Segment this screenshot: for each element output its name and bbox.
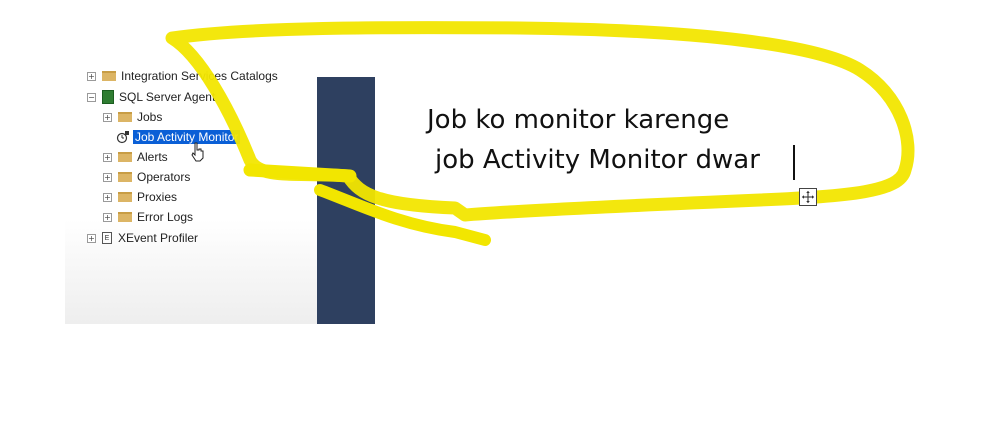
tree-node-label: Integration Services Catalogs	[121, 69, 278, 83]
expand-icon[interactable]: +	[87, 71, 96, 81]
tree-node-label: Operators	[137, 170, 191, 184]
tree-node-jobs[interactable]: + Jobs	[103, 108, 162, 126]
expand-icon[interactable]: +	[103, 152, 112, 162]
expand-icon[interactable]: +	[103, 112, 112, 122]
tree-node-operators[interactable]: + Operators	[103, 168, 190, 186]
tree-node-label: Alerts	[137, 150, 168, 164]
tree-node-alerts[interactable]: + Alerts	[103, 148, 168, 166]
expand-icon[interactable]: +	[87, 233, 96, 243]
tree-node-sql-server-agent[interactable]: − SQL Server Agent	[87, 88, 215, 106]
tree-node-xevent-profiler[interactable]: + E XEvent Profiler	[87, 229, 198, 247]
tree-node-job-activity-monitor[interactable]: Job Activity Monitor	[116, 128, 241, 146]
job-activity-monitor-icon	[116, 131, 129, 144]
folder-icon	[102, 71, 116, 81]
tree-node-label: Proxies	[137, 190, 178, 204]
folder-icon	[118, 212, 132, 222]
expand-icon[interactable]: +	[103, 192, 112, 202]
collapse-icon[interactable]: −	[87, 92, 96, 102]
sql-agent-icon	[102, 90, 114, 104]
annotation-text-line-2: job Activity Monitor dwar	[435, 145, 760, 175]
object-explorer-tree: + Integration Services Catalogs − SQL Se…	[65, 62, 317, 324]
text-caret	[793, 145, 795, 180]
tree-node-label: Jobs	[137, 110, 163, 124]
move-handle-icon[interactable]	[799, 188, 817, 206]
folder-icon	[118, 112, 132, 122]
folder-icon	[118, 152, 132, 162]
tree-node-label: SQL Server Agent	[119, 90, 216, 104]
tree-node-integration-services-catalogs[interactable]: + Integration Services Catalogs	[87, 67, 278, 85]
tree-node-error-logs[interactable]: + Error Logs	[103, 208, 193, 226]
panel-divider	[317, 77, 375, 324]
expand-icon[interactable]: +	[103, 172, 112, 182]
expand-icon[interactable]: +	[103, 212, 112, 222]
tree-node-proxies[interactable]: + Proxies	[103, 188, 177, 206]
hand-cursor-icon	[191, 142, 204, 162]
xevent-profiler-icon: E	[102, 232, 112, 244]
folder-icon	[118, 172, 132, 182]
tree-node-label: Job Activity Monitor	[133, 130, 241, 144]
tree-node-label: XEvent Profiler	[118, 231, 199, 245]
tree-node-label: Error Logs	[137, 210, 194, 224]
folder-icon	[118, 192, 132, 202]
annotation-text-line-1: Job ko monitor karenge	[427, 105, 730, 135]
